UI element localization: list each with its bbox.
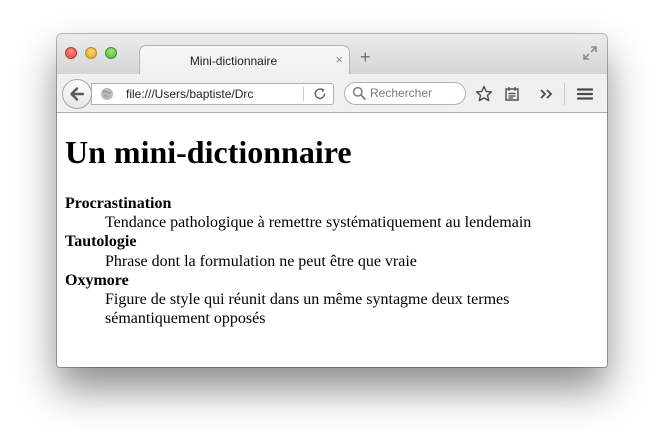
tab-close-icon[interactable]: × [335,52,343,67]
tab-mini-dictionnaire[interactable]: Mini-dictionnaire × [139,45,350,75]
overflow-chevron-icon[interactable] [537,85,555,103]
browser-window: Mini-dictionnaire × + file:///Users/bapt… [57,34,607,367]
term-oxymore: Oxymore [65,271,129,289]
search-box[interactable] [344,82,466,105]
page-content: Un mini-dictionnaire Procrastination Ten… [57,113,607,367]
new-tab-button[interactable]: + [360,47,371,68]
tab-title: Mini-dictionnaire [189,54,278,68]
search-icon [352,86,366,100]
definition-oxymore: Figure de style qui réunit dans un même … [105,291,510,328]
title-bar: Mini-dictionnaire × + [57,34,607,75]
toolbar-divider [564,83,565,105]
address-bar-divider [303,87,304,101]
term-tautologie: Tautologie [65,233,137,251]
star-icon[interactable] [475,85,493,103]
hamburger-menu-icon[interactable] [576,85,594,103]
back-arrow-icon [70,87,85,101]
globe-icon [101,88,113,100]
reading-list-icon[interactable] [503,85,521,103]
back-button[interactable] [62,79,92,109]
fullscreen-icon[interactable] [583,46,597,60]
address-bar[interactable]: file:///Users/baptiste/Drc [91,83,334,105]
minimize-window-button[interactable] [85,47,97,59]
page-title: Un mini-dictionnaire [65,134,352,170]
term-procrastination: Procrastination [65,195,172,212]
url-text[interactable]: file:///Users/baptiste/Drc [126,87,272,101]
definition-tautologie: Phrase dont la formulation ne peut être … [105,252,417,270]
search-input[interactable] [370,85,458,101]
close-window-button[interactable] [65,47,77,59]
definition-list: Procrastination Tendance pathologique à … [65,194,599,328]
navigation-toolbar: file:///Users/baptiste/Drc [57,74,607,113]
definition-procrastination: Tendance pathologique à remettre systéma… [105,214,532,232]
zoom-window-button[interactable] [105,47,117,59]
reload-icon[interactable] [313,87,327,101]
